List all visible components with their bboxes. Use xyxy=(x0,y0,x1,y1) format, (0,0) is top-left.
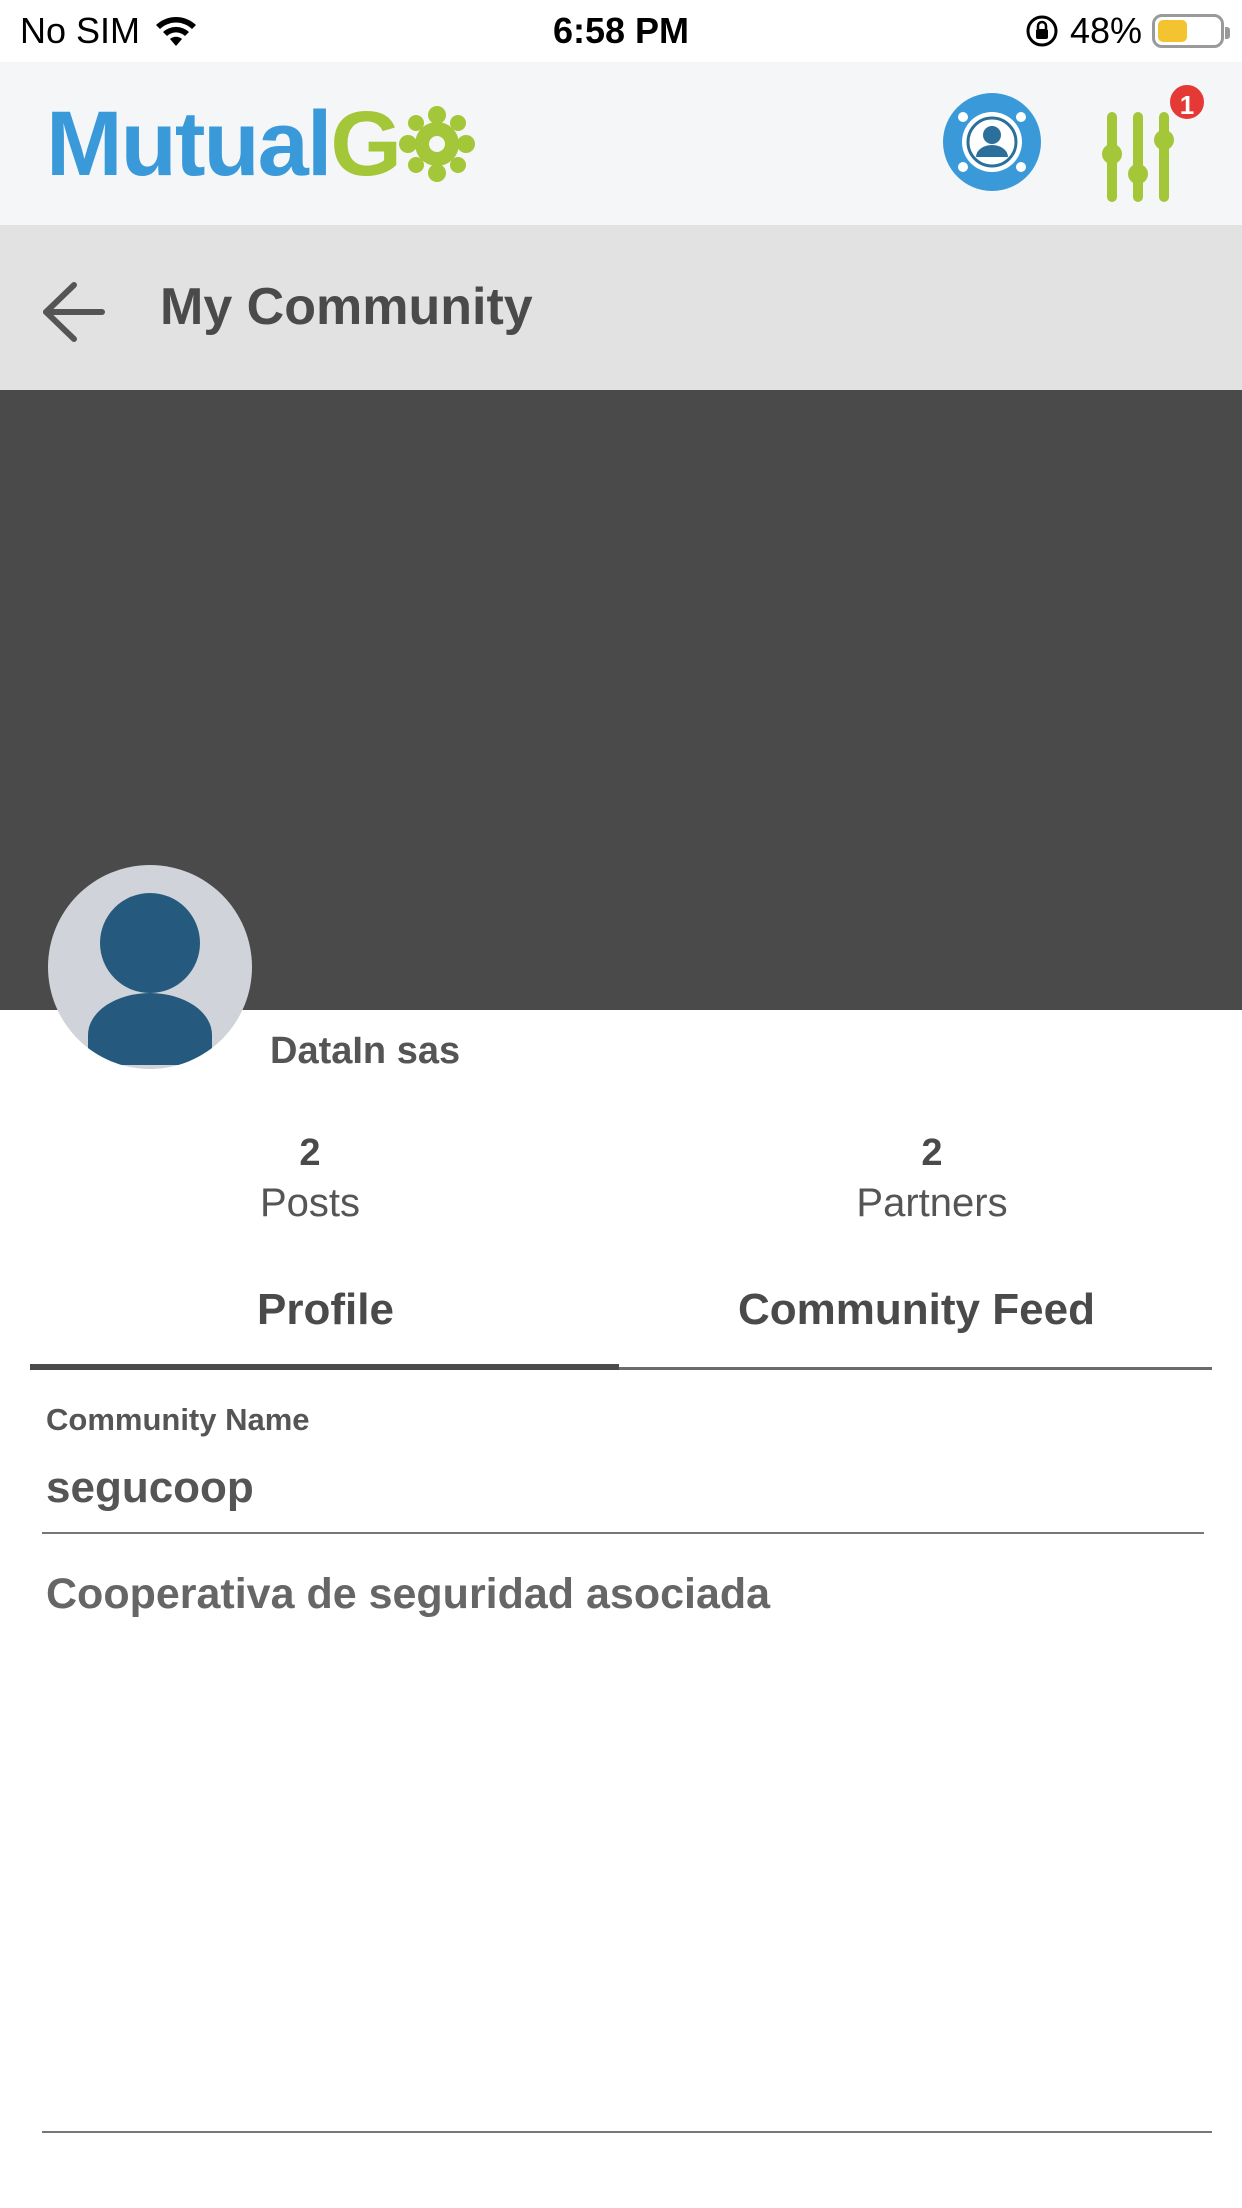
battery-percent: 48% xyxy=(1069,10,1142,51)
back-button[interactable] xyxy=(40,277,110,347)
posts-count: 2 xyxy=(299,1132,321,1174)
logo-gear-icon xyxy=(398,106,475,182)
battery-level xyxy=(1158,20,1187,42)
arrow-left-icon xyxy=(43,282,105,342)
partners-stat[interactable]: 2 Partners xyxy=(782,1128,1082,1228)
mutualgo-logo[interactable]: Mutual G xyxy=(46,93,476,195)
status-right: 48% xyxy=(1024,10,1230,52)
community-avatar[interactable] xyxy=(48,865,252,1069)
company-name: DataIn sas xyxy=(270,1030,461,1072)
tab-community-feed[interactable]: Community Feed xyxy=(621,1260,1212,1370)
user-circle-icon xyxy=(945,95,1039,189)
partners-count: 2 xyxy=(921,1132,943,1174)
community-name-label: Community Name xyxy=(46,1402,310,1437)
active-tab-indicator xyxy=(30,1364,619,1370)
partners-label: Partners xyxy=(856,1181,1008,1225)
posts-label: Posts xyxy=(259,1181,361,1225)
notification-badge: 1 xyxy=(1167,82,1207,122)
tab-profile[interactable]: Profile xyxy=(30,1260,621,1370)
app-header: Mutual G 1 xyxy=(0,62,1242,225)
user-menu-button[interactable] xyxy=(943,93,1041,191)
rotation-lock-icon xyxy=(1026,15,1058,47)
status-bar: No SIM 6:58 PM 48% xyxy=(0,0,1242,62)
page-title: My Community xyxy=(160,278,533,336)
tab-bar: Profile Community Feed xyxy=(30,1260,1212,1370)
battery-icon xyxy=(1152,14,1230,48)
title-bar: My Community xyxy=(0,225,1242,390)
posts-stat[interactable]: 2 Posts xyxy=(160,1128,460,1228)
community-description-field[interactable]: Cooperativa de seguridad asociada xyxy=(42,1550,1212,2133)
user-placeholder-icon xyxy=(88,893,212,1065)
community-name-field[interactable]: segucoop xyxy=(42,1452,1204,1534)
